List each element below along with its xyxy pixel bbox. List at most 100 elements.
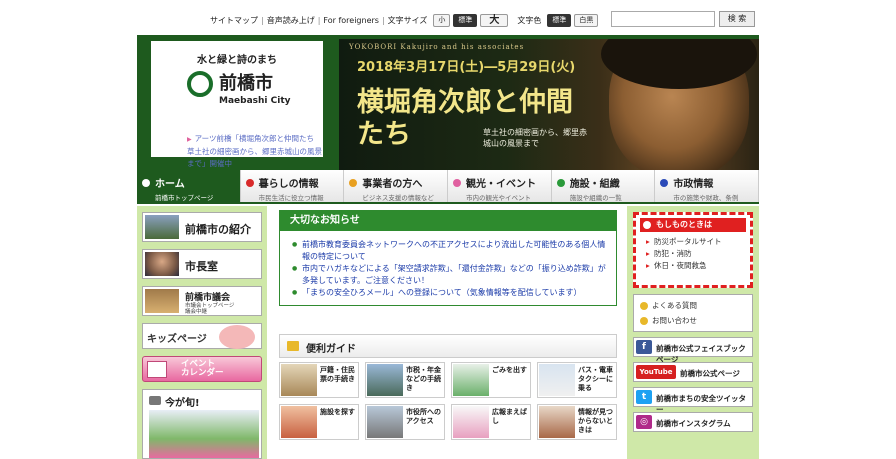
- tile-label: 情報が見つからないときは: [578, 408, 613, 434]
- notice-item[interactable]: 前橋市教育委員会ネットワークへの不正アクセスにより流出した可能性のある個人情報の…: [292, 239, 608, 263]
- tile-label: 市役所へのアクセス: [406, 408, 441, 425]
- seasonal-highlight[interactable]: 今が旬!: [142, 389, 262, 459]
- search-input[interactable]: [611, 11, 715, 27]
- instagram-icon: ◎: [636, 415, 652, 429]
- twitter-link[interactable]: t 前橋市まちの安全ツイッター: [633, 387, 753, 414]
- guide-tile[interactable]: 広報まえばし: [451, 404, 531, 440]
- tile-label: バス・電車タクシーに乗る: [578, 366, 613, 392]
- text-size-large-button[interactable]: 大: [480, 14, 509, 27]
- nav-home[interactable]: ホーム 前橋市トップページ: [137, 170, 241, 202]
- event-calendar-link[interactable]: イベント カレンダー: [142, 356, 262, 382]
- guide-tile[interactable]: 戸籍・住民票の手続き: [279, 362, 359, 398]
- tile-label: 市税・年金などの手続き: [406, 366, 441, 392]
- arrow-icon: [453, 179, 462, 187]
- banner-subtitle: 草土社の細密画から、郷里赤城山の風景まで: [483, 128, 587, 148]
- nav-sub: 前橋市トップページ: [155, 194, 214, 202]
- nav-government[interactable]: 市政情報市の施策や财政、条例: [655, 170, 760, 202]
- text-size-standard-button[interactable]: 標準: [453, 14, 478, 27]
- guide-tiles: 戸籍・住民票の手続き 市税・年金などの手続き ごみを出す バス・電車タクシーに乗…: [279, 362, 617, 440]
- pig-mascot-icon: [219, 325, 255, 349]
- emergency-heading: もしものときは: [640, 218, 746, 232]
- emergency-link[interactable]: 防災ポータルサイト: [646, 236, 746, 248]
- nav-facilities[interactable]: 施設・組織施設や組織の一覧: [551, 170, 656, 202]
- tile-photo: [539, 364, 575, 396]
- arrow-icon: [245, 179, 254, 187]
- kids-page-link[interactable]: キッズページ: [142, 323, 262, 349]
- header: 水と緑と詩のまち 前橋市 Maebashi City アーツ前橋「横堀角次郎と仲…: [137, 35, 759, 170]
- voice-reader-link[interactable]: 音声読み上げ: [264, 15, 318, 26]
- guide-header: 便利ガイド: [279, 334, 617, 358]
- color-bw-button[interactable]: 白黒: [574, 14, 599, 27]
- tile-photo: [453, 364, 489, 396]
- foreigners-link[interactable]: For foreigners: [320, 16, 382, 25]
- tile-label: 戸籍・住民票の手続き: [320, 366, 355, 383]
- guide-tile[interactable]: 施設を探す: [279, 404, 359, 440]
- emergency-list: 防災ポータルサイト 防犯・消防 休日・夜間救急: [640, 232, 746, 272]
- emergency-link[interactable]: 防犯・消防: [646, 248, 746, 260]
- nav-label: 施設・組織: [569, 179, 620, 190]
- left-sidebar: 前橋市の紹介 市長室 前橋市議会 市議会トップページ 議会中継 キッズページ イベン…: [137, 206, 267, 459]
- council-sub-2: 議会中継: [185, 309, 208, 315]
- tile-photo: [281, 406, 317, 438]
- sns-label: 前橋市インスタグラム: [656, 419, 731, 428]
- tile-label: 広報まえばし: [492, 408, 527, 425]
- event-notice-link[interactable]: アーツ前橋「横堀角次郎と仲間たち 草土社の細密画から、郷里赤城山の風景まで」開催…: [187, 133, 327, 170]
- exhibition-banner[interactable]: YOKOBORI Kakujiro and his associates 201…: [339, 39, 759, 170]
- sns-label: 前橋市公式ページ: [680, 369, 740, 378]
- search-button[interactable]: 検 索: [719, 11, 755, 27]
- nav-business[interactable]: 事業者の方へ ビジネス支援の情報など: [344, 170, 449, 202]
- main-content: 大切なお知らせ 前橋市教育委員会ネットワークへの不正アクセスにより流出した可能性…: [279, 210, 617, 440]
- logo-tagline: 水と緑と詩のまち: [197, 55, 277, 66]
- seasonal-title: 今が旬!: [165, 398, 200, 409]
- contact-link[interactable]: お問い合わせ: [640, 313, 746, 328]
- help-box: よくある質問 お問い合わせ: [633, 294, 753, 332]
- notice-list: 前橋市教育委員会ネットワークへの不正アクセスにより流出した可能性のある個人情報の…: [280, 231, 616, 305]
- nav-label: 市政情報: [673, 179, 714, 190]
- link-label: イベント カレンダー: [181, 359, 224, 378]
- mayor-photo: [145, 252, 179, 276]
- color-standard-button[interactable]: 標準: [547, 14, 572, 27]
- city-intro-link[interactable]: 前橋市の紹介: [142, 212, 262, 242]
- faq-link[interactable]: よくある質問: [640, 298, 746, 313]
- tile-label: ごみを出す: [492, 366, 527, 374]
- link-label: 前橋市の紹介: [185, 223, 251, 236]
- home-bullet-icon: [142, 179, 150, 187]
- text-color-label: 文字色: [517, 16, 542, 25]
- nav-sub: 施設や組織の一覧: [569, 194, 622, 202]
- notice-item[interactable]: 「まちの安全ひろメール」への登録について（気象情報等を配信しています）: [292, 287, 608, 299]
- council-hall-thumbnail: [145, 289, 179, 313]
- guide-tile[interactable]: 情報が見つからないときは: [537, 404, 617, 440]
- guide-heading: 便利ガイド: [306, 344, 356, 355]
- city-council-link[interactable]: 前橋市議会 市議会トップページ 議会中継: [142, 286, 262, 316]
- nav-sub: 市の施策や财政、条例: [673, 194, 739, 202]
- guide-tile[interactable]: バス・電車タクシーに乗る: [537, 362, 617, 398]
- sitemap-link[interactable]: サイトマップ: [207, 15, 261, 26]
- instagram-link[interactable]: ◎ 前橋市インスタグラム: [633, 412, 753, 432]
- folder-icon: [287, 341, 299, 351]
- link-label: 市長室: [185, 260, 218, 273]
- tile-photo: [281, 364, 317, 396]
- guide-tile[interactable]: 市税・年金などの手続き: [365, 362, 445, 398]
- guide-tile[interactable]: 市役所へのアクセス: [365, 404, 445, 440]
- nav-living[interactable]: 暮らしの情報 市民生活に役立つ情報: [240, 170, 345, 202]
- nav-sub: ビジネス支援の情報など: [362, 194, 434, 202]
- calendar-icon: [147, 361, 167, 378]
- nav-tourism[interactable]: 観光・イベント 市内の観光やイベント: [448, 170, 552, 202]
- facebook-icon: f: [636, 340, 652, 354]
- banner-english-title: YOKOBORI Kakujiro and his associates: [349, 43, 525, 51]
- tile-photo: [453, 406, 489, 438]
- nav-sub: 市内の観光やイベント: [466, 194, 532, 202]
- notice-item[interactable]: 市内でハガキなどによる「架空請求詐欺」、「還付金詐欺」などの「振り込め詐欺」が多…: [292, 263, 608, 287]
- mayor-office-link[interactable]: 市長室: [142, 249, 262, 279]
- text-size-small-button[interactable]: 小: [433, 14, 451, 27]
- city-logo[interactable]: 水と緑と詩のまち 前橋市 Maebashi City アーツ前橋「横堀角次郎と仲…: [151, 41, 323, 168]
- utility-bar: サイトマップ | 音声読み上げ | For foreigners | 文字サイズ 小 …: [137, 0, 759, 35]
- facebook-link[interactable]: f 前橋市公式フェイスブックページ: [633, 337, 753, 364]
- youtube-link[interactable]: YouTube 前橋市公式ページ: [633, 362, 753, 382]
- logo-city-name: 前橋市: [219, 73, 273, 94]
- nav-sub: 市民生活に役立つ情報: [258, 194, 324, 202]
- text-size-label: 文字サイズ: [387, 16, 428, 25]
- link-label: キッズページ: [147, 334, 207, 345]
- guide-tile[interactable]: ごみを出す: [451, 362, 531, 398]
- emergency-link[interactable]: 休日・夜間救急: [646, 260, 746, 272]
